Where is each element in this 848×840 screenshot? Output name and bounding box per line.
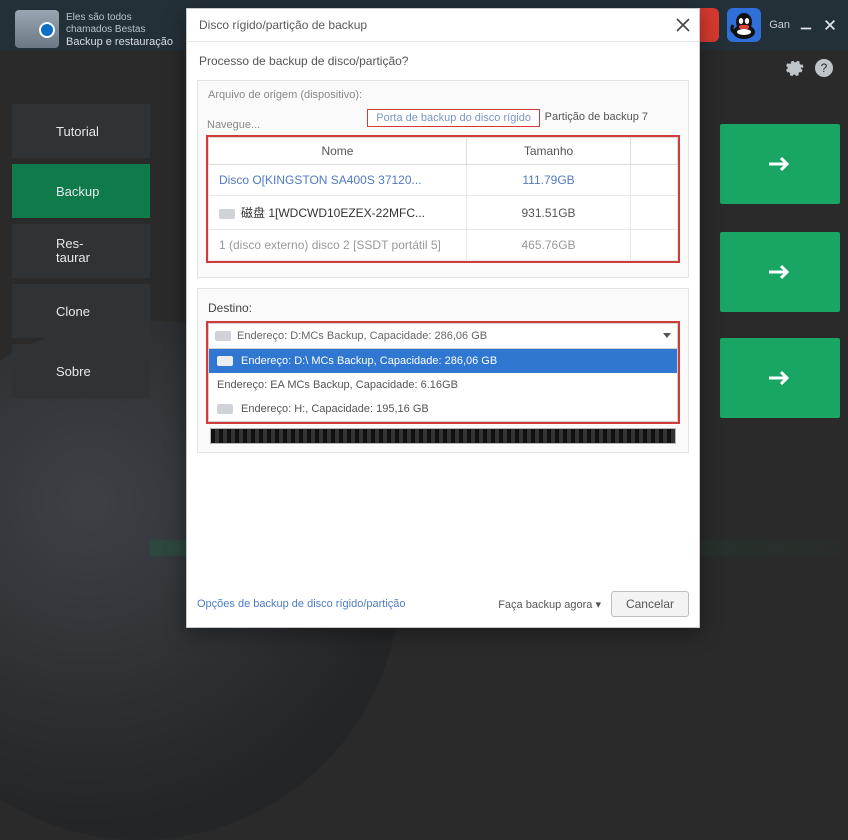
hdd-icon <box>219 209 235 219</box>
source-panel: Arquivo de origem (dispositivo): Porta d… <box>197 80 689 278</box>
sidebar-item-label: Tutorial <box>56 124 99 139</box>
source-table: Nome Tamanho Disco O[KINGSTON SA400S 371… <box>206 135 680 263</box>
sidebar-item-label: Backup <box>56 184 99 199</box>
destination-panel: Destino: Endereço: D:MCs Backup, Capacid… <box>197 288 689 453</box>
tab-hard-disk[interactable]: Porta de backup do disco rígido <box>367 109 540 127</box>
sidebar-item-label: Res- taurar <box>56 237 90 265</box>
destination-select[interactable]: Endereço: D:MCs Backup, Capacidade: 286,… <box>208 323 678 349</box>
sidebar: Tutorial Backup Res- taurar Clone Sobre <box>12 104 150 404</box>
col-name: Nome <box>209 138 467 165</box>
option-label: Endereço: H:, Capacidade: 195,16 GB <box>241 403 429 415</box>
dialog-title: Disco rígido/partição de backup <box>199 18 367 32</box>
svg-text:?: ? <box>821 61 828 75</box>
path-field <box>210 428 676 444</box>
source-label: Arquivo de origem (dispositivo): <box>208 89 680 101</box>
disk-name: Disco O[KINGSTON SA400S 37120... <box>219 173 422 187</box>
disk-size: 931.51GB <box>522 206 576 220</box>
dialog-close-icon[interactable] <box>673 15 693 35</box>
sidebar-item-label: Clone <box>56 304 90 319</box>
app-logo <box>15 10 59 48</box>
start-backup-link[interactable]: Faça backup agora ▾ <box>498 598 601 611</box>
help-icon[interactable]: ? <box>814 58 834 78</box>
option-label: Navegue... <box>207 119 260 131</box>
destination-label: Destino: <box>208 301 680 315</box>
action-button-2[interactable] <box>720 232 840 312</box>
option-label: Endereço: D:\ MCs Backup, Capacidade: 28… <box>241 355 497 367</box>
disk-name: 磁盘 1[WDCWD10EZEX-22MFC... <box>241 206 425 220</box>
minimize-button[interactable] <box>798 17 814 33</box>
destination-dropdown: Endereço: D:\ MCs Backup, Capacidade: 28… <box>208 349 678 422</box>
hdd-icon <box>215 331 231 341</box>
gear-icon[interactable] <box>784 58 804 78</box>
close-button[interactable] <box>822 17 838 33</box>
sidebar-item-restore[interactable]: Res- taurar <box>12 224 150 278</box>
action-button-1[interactable] <box>720 124 840 204</box>
destination-option[interactable]: Endereço: EA MCs Backup, Capacidade: 6.1… <box>209 373 677 397</box>
table-row[interactable]: 1 (disco externo) disco 2 [SSDT portátil… <box>209 230 678 261</box>
disk-size: 111.79GB <box>522 173 574 187</box>
destination-option[interactable]: Endereço: H:, Capacidade: 195,16 GB <box>209 397 677 421</box>
sidebar-item-label: Sobre <box>56 364 91 379</box>
cancel-button[interactable]: Cancelar <box>611 591 689 617</box>
chevron-down-icon: ▾ <box>595 599 601 611</box>
dialog-question: Processo de backup de disco/partição? <box>199 54 689 68</box>
backup-options-link[interactable]: Opções de backup de disco rígido/partiçã… <box>197 598 406 610</box>
col-size: Tamanho <box>466 138 630 165</box>
disk-size: 465.76GB <box>522 238 576 252</box>
option-label: Endereço: EA MCs Backup, Capacidade: 6.1… <box>217 379 458 391</box>
hdd-icon <box>217 404 233 414</box>
tab-partition[interactable]: Partição de backup 7 <box>545 111 648 123</box>
destination-browse[interactable]: Navegue... <box>199 113 353 137</box>
table-row[interactable]: 磁盘 1[WDCWD10EZEX-22MFC... 931.51GB <box>209 196 678 230</box>
hdd-icon <box>217 356 233 366</box>
destination-selected: Endereço: D:MCs Backup, Capacidade: 286,… <box>237 330 487 342</box>
app-name: Backup e restauração <box>66 36 173 48</box>
sidebar-item-clone[interactable]: Clone <box>12 284 150 338</box>
user-label: Gan <box>769 19 790 31</box>
tagline: Eles são todos chamados Bestas <box>66 12 146 36</box>
tray-app-2-icon[interactable] <box>727 8 761 42</box>
action-button-3[interactable] <box>720 338 840 418</box>
chevron-down-icon <box>663 333 671 338</box>
backup-dialog: Disco rígido/partição de backup Processo… <box>186 8 700 628</box>
sidebar-item-about[interactable]: Sobre <box>12 344 150 398</box>
sidebar-item-tutorial[interactable]: Tutorial <box>12 104 150 158</box>
table-row[interactable]: Disco O[KINGSTON SA400S 37120... 111.79G… <box>209 165 678 196</box>
destination-option[interactable]: Endereço: D:\ MCs Backup, Capacidade: 28… <box>209 349 677 373</box>
disk-name: 1 (disco externo) disco 2 [SSDT portátil… <box>219 238 441 252</box>
sidebar-item-backup[interactable]: Backup <box>12 164 150 218</box>
col-blank <box>631 138 678 165</box>
